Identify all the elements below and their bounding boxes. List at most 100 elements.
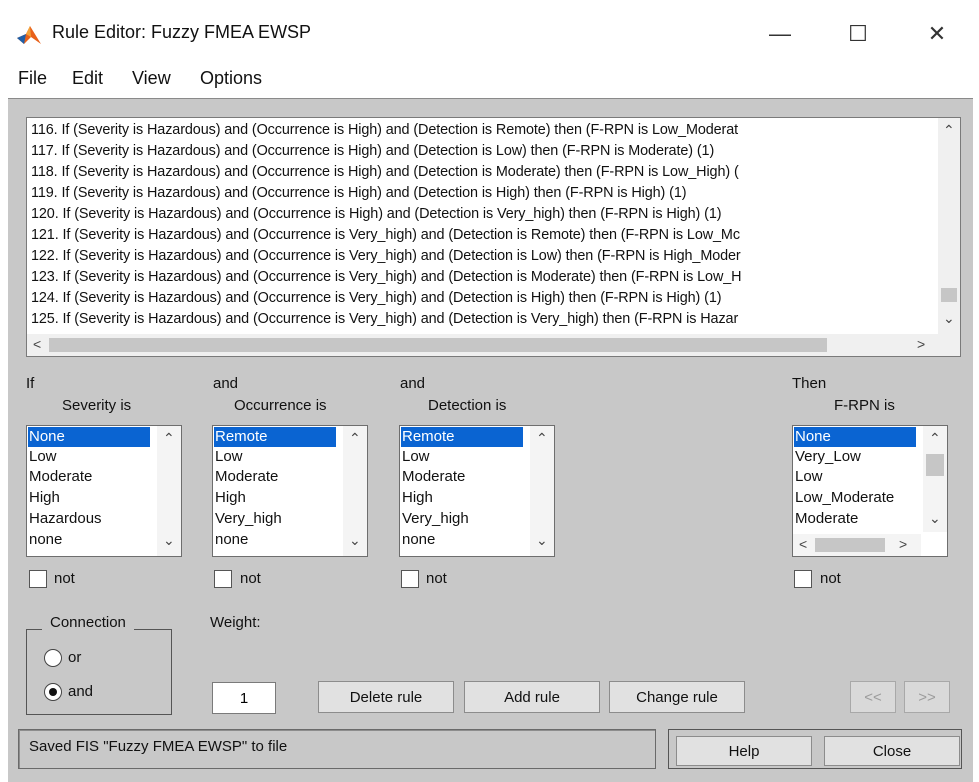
severity-listbox[interactable]: None Low Moderate High Hazardous none ⌃ … xyxy=(26,425,182,557)
list-item[interactable]: none xyxy=(401,530,435,550)
listbox-horizontal-scrollbar[interactable]: < > xyxy=(793,534,921,556)
scroll-up-icon[interactable]: ⌃ xyxy=(349,430,361,447)
close-window-button[interactable]: ✕ xyxy=(913,14,961,54)
weight-label: Weight: xyxy=(210,614,261,631)
add-rule-button[interactable]: Add rule xyxy=(464,681,600,713)
list-item[interactable]: Very_high xyxy=(214,509,282,529)
status-bar: Saved FIS "Fuzzy FMEA EWSP" to file xyxy=(18,729,656,769)
rule-item[interactable]: 122. If (Severity is Hazardous) and (Occ… xyxy=(31,248,741,264)
menu-file[interactable]: File xyxy=(18,68,47,89)
then-label: Then xyxy=(792,375,827,392)
listbox-scrollbar[interactable]: ⌃ ⌄ xyxy=(343,426,367,556)
rule-item[interactable]: 118. If (Severity is Hazardous) and (Occ… xyxy=(31,164,739,180)
scroll-up-icon[interactable]: ⌃ xyxy=(163,430,175,447)
frpn-not-checkbox[interactable] xyxy=(794,570,812,588)
occurrence-not-checkbox[interactable] xyxy=(214,570,232,588)
scroll-thumb[interactable] xyxy=(941,288,957,302)
listbox-scrollbar[interactable]: ⌃ ⌄ xyxy=(157,426,181,556)
list-item[interactable]: Moderate xyxy=(794,509,858,529)
maximize-button[interactable]: ☐ xyxy=(834,14,882,54)
window-title: Rule Editor: Fuzzy FMEA EWSP xyxy=(52,22,312,42)
list-item[interactable]: Remote xyxy=(214,427,336,447)
detection-not-label: not xyxy=(426,570,447,587)
list-item[interactable]: Moderate xyxy=(401,467,465,487)
menu-view[interactable]: View xyxy=(132,68,171,89)
close-button[interactable]: Close xyxy=(824,736,960,766)
connection-or-radio[interactable] xyxy=(44,649,62,667)
rule-item[interactable]: 123. If (Severity is Hazardous) and (Occ… xyxy=(31,269,742,285)
rule-list[interactable]: 116. If (Severity is Hazardous) and (Occ… xyxy=(26,117,961,357)
delete-rule-button[interactable]: Delete rule xyxy=(318,681,454,713)
scroll-left-icon[interactable]: < xyxy=(33,336,41,352)
listbox-scrollbar[interactable]: ⌃ ⌄ xyxy=(530,426,554,556)
rule-item[interactable]: 116. If (Severity is Hazardous) and (Occ… xyxy=(31,122,738,138)
list-item[interactable]: High xyxy=(28,488,60,508)
if-label: If xyxy=(26,375,35,392)
list-item[interactable]: Moderate xyxy=(28,467,92,487)
scroll-up-icon[interactable]: ⌃ xyxy=(536,430,548,447)
occurrence-label: Occurrence is xyxy=(234,397,327,414)
weight-input[interactable]: 1 xyxy=(212,682,276,714)
list-item[interactable]: Remote xyxy=(401,427,523,447)
scroll-down-icon[interactable]: ⌄ xyxy=(929,510,941,527)
occurrence-listbox[interactable]: Remote Low Moderate High Very_high none … xyxy=(212,425,368,557)
scroll-thumb[interactable] xyxy=(926,454,944,476)
listbox-scrollbar[interactable]: ⌃ ⌄ xyxy=(923,426,947,532)
severity-not-checkbox[interactable] xyxy=(29,570,47,588)
previous-button[interactable]: << xyxy=(850,681,896,713)
occurrence-not-label: not xyxy=(240,570,261,587)
scroll-down-icon[interactable]: ⌄ xyxy=(349,532,361,549)
list-item[interactable]: Low xyxy=(214,447,243,467)
and-label-occurrence: and xyxy=(213,375,239,392)
rule-item[interactable]: 117. If (Severity is Hazardous) and (Occ… xyxy=(31,143,714,159)
list-item[interactable]: Low xyxy=(28,447,57,467)
frpn-listbox[interactable]: None Very_Low Low Low_Moderate Moderate … xyxy=(792,425,948,557)
scroll-down-icon[interactable]: ⌄ xyxy=(163,532,175,549)
detection-listbox[interactable]: Remote Low Moderate High Very_high none … xyxy=(399,425,555,557)
scroll-left-icon[interactable]: < xyxy=(799,536,807,552)
detection-not-checkbox[interactable] xyxy=(401,570,419,588)
close-icon: ✕ xyxy=(927,21,947,46)
menu-options[interactable]: Options xyxy=(200,68,262,89)
list-item[interactable]: none xyxy=(28,530,62,550)
change-rule-button[interactable]: Change rule xyxy=(609,681,745,713)
list-item[interactable]: Low xyxy=(794,467,823,487)
scroll-thumb[interactable] xyxy=(815,538,885,552)
scroll-down-icon[interactable]: ⌄ xyxy=(536,532,548,549)
list-item[interactable]: Low xyxy=(401,447,430,467)
frpn-label: F-RPN is xyxy=(834,397,895,414)
connection-or-label: or xyxy=(68,649,82,666)
rule-item[interactable]: 121. If (Severity is Hazardous) and (Occ… xyxy=(31,227,740,243)
scroll-thumb[interactable] xyxy=(49,338,827,352)
list-item[interactable]: None xyxy=(794,427,916,447)
radio-selected-dot xyxy=(49,688,57,696)
rule-list-horizontal-scrollbar[interactable]: < > xyxy=(27,334,938,356)
list-item[interactable]: None xyxy=(28,427,150,447)
next-button[interactable]: >> xyxy=(904,681,950,713)
help-button[interactable]: Help xyxy=(676,736,812,766)
list-item[interactable]: none xyxy=(214,530,248,550)
scroll-right-icon[interactable]: > xyxy=(917,336,925,352)
rule-item[interactable]: 124. If (Severity is Hazardous) and (Occ… xyxy=(31,290,722,306)
list-item[interactable]: High xyxy=(401,488,433,508)
scroll-right-icon[interactable]: > xyxy=(899,536,907,552)
connection-and-radio[interactable] xyxy=(44,683,62,701)
scroll-up-icon[interactable]: ⌃ xyxy=(929,430,941,447)
list-item[interactable]: Low_Moderate xyxy=(794,488,894,508)
status-text: Saved FIS "Fuzzy FMEA EWSP" to file xyxy=(29,738,288,755)
rule-item[interactable]: 120. If (Severity is Hazardous) and (Occ… xyxy=(31,206,722,222)
scroll-down-icon[interactable]: ⌄ xyxy=(943,310,955,327)
list-item[interactable]: Moderate xyxy=(214,467,278,487)
rule-item[interactable]: 125. If (Severity is Hazardous) and (Occ… xyxy=(31,311,738,327)
list-item[interactable]: Hazardous xyxy=(28,509,102,529)
menu-edit[interactable]: Edit xyxy=(72,68,103,89)
menu-bar: File Edit View Options xyxy=(0,64,979,94)
list-item[interactable]: Very_Low xyxy=(794,447,861,467)
minimize-button[interactable]: — xyxy=(756,14,804,54)
minimize-icon: — xyxy=(769,21,791,46)
scroll-up-icon[interactable]: ⌃ xyxy=(943,122,955,139)
rule-item[interactable]: 119. If (Severity is Hazardous) and (Occ… xyxy=(31,185,687,201)
list-item[interactable]: Very_high xyxy=(401,509,469,529)
list-item[interactable]: High xyxy=(214,488,246,508)
rule-list-vertical-scrollbar[interactable]: ⌃ ⌄ xyxy=(938,118,960,334)
